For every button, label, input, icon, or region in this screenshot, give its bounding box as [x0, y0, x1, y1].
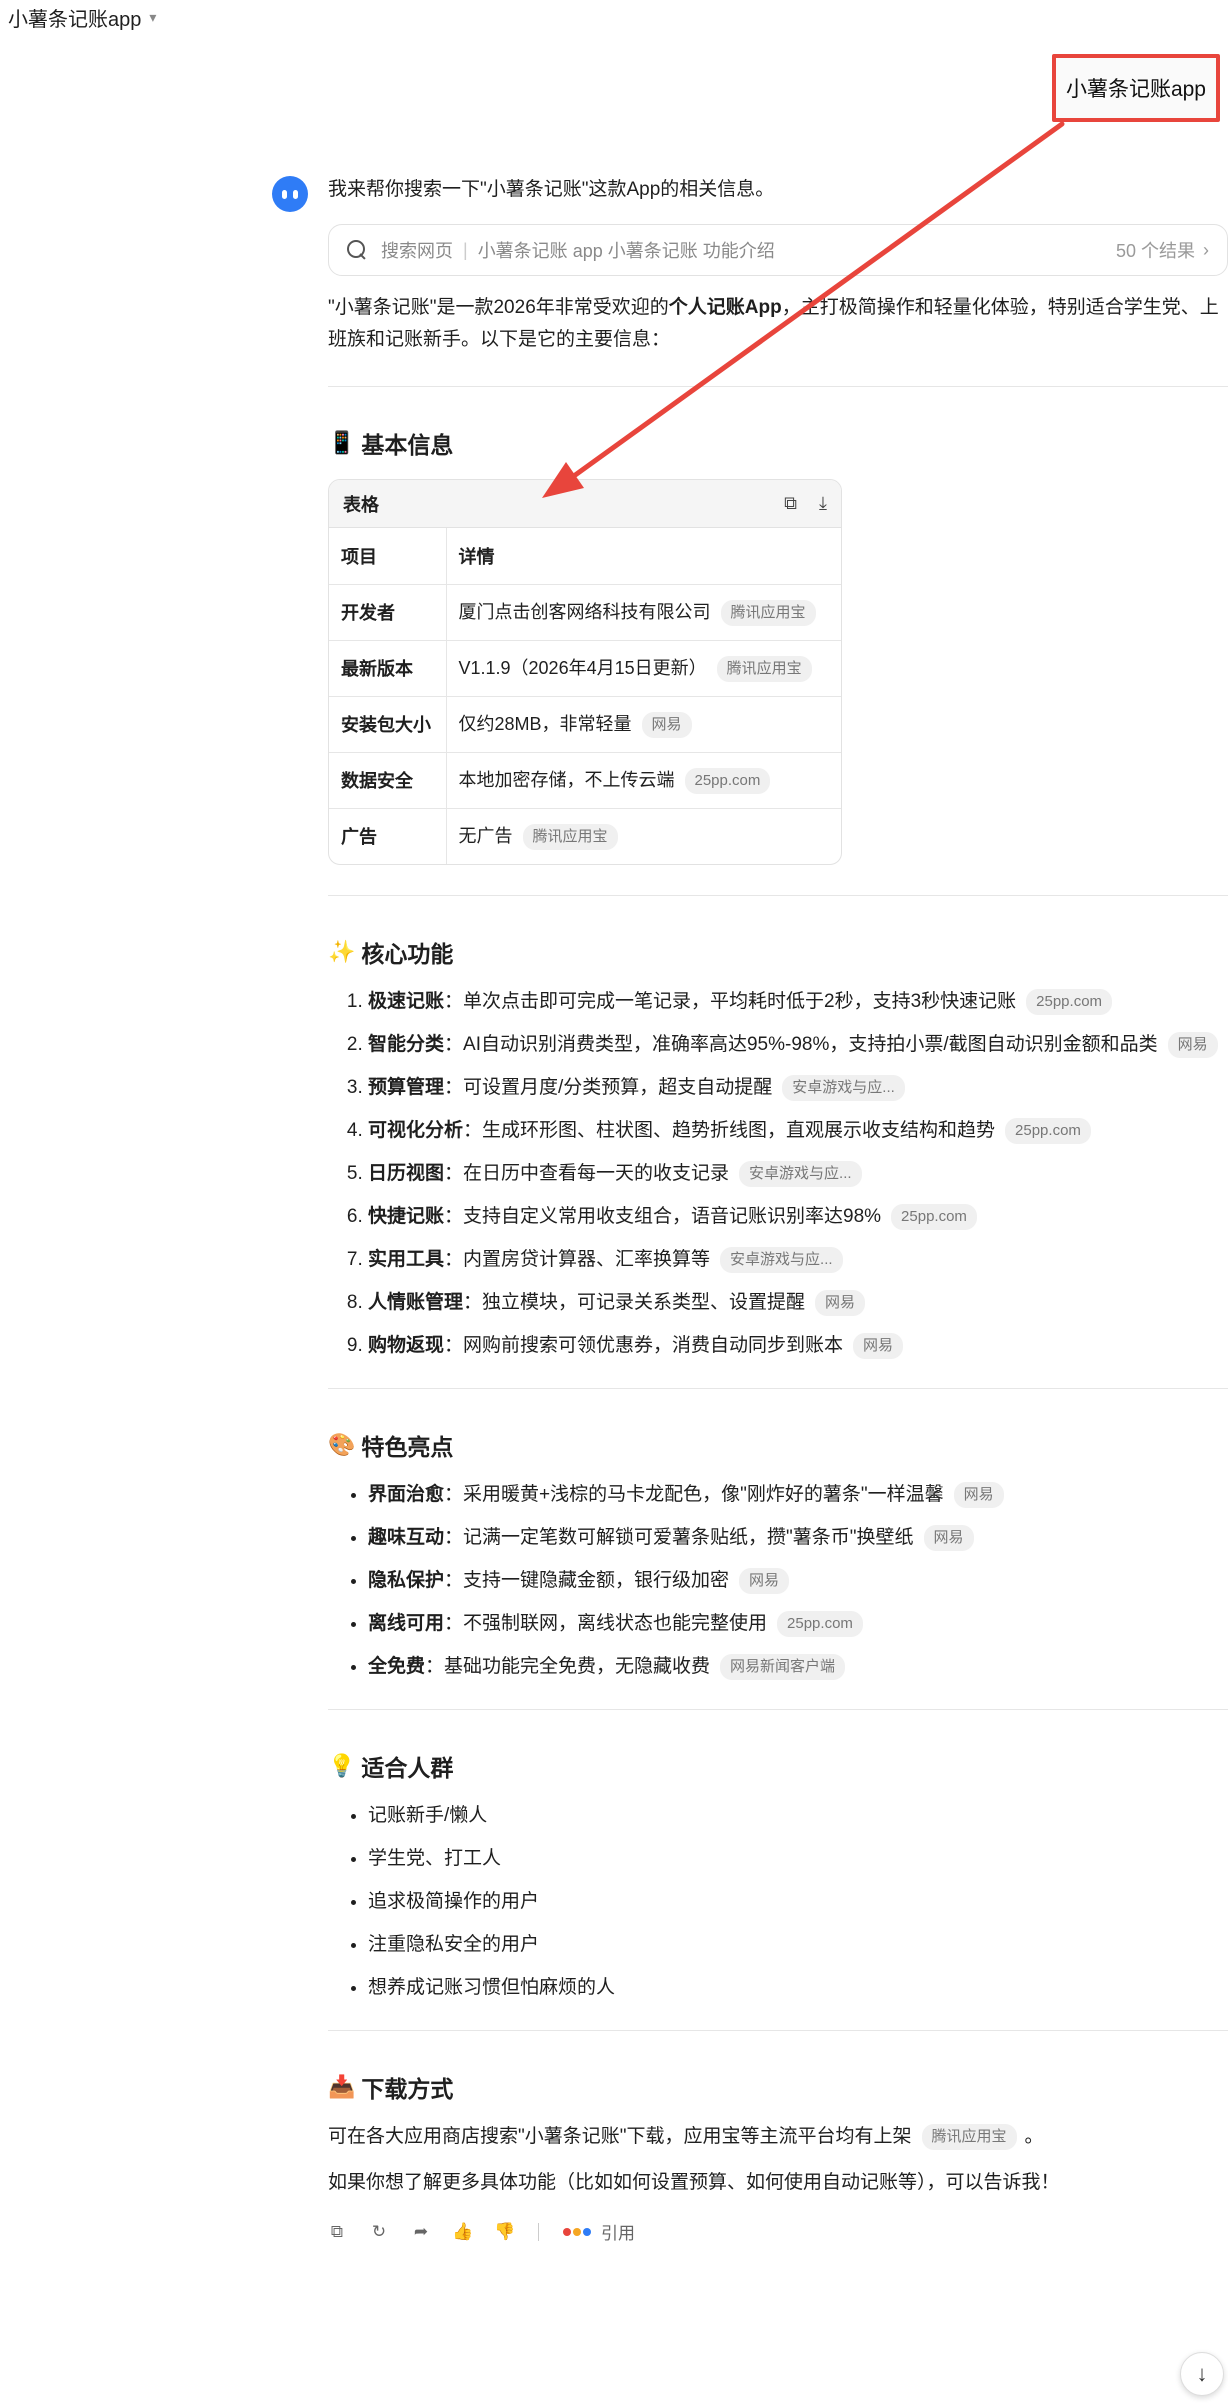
cite-label: 引用 [601, 2224, 635, 2243]
section-heading-basic: 📱 基本信息 [328, 430, 454, 458]
search-results-card[interactable]: 搜索网页 | 小薯条记账 app 小薯条记账 功能介绍 50 个结果 › [328, 224, 1228, 276]
arrow-down-icon: ↓ [1196, 2361, 1208, 2386]
source-badge[interactable]: 腾讯应用宝 [921, 2123, 1017, 2150]
core-features-list: 极速记账：单次点击即可完成一笔记录，平均耗时低于2秒，支持3秒快速记账25pp.… [328, 986, 1228, 1362]
section-heading-download: 📥 下载方式 [328, 2074, 454, 2102]
source-badge[interactable]: 网易 [853, 1332, 904, 1359]
list-item: 记账新手/懒人 [368, 1800, 1228, 1832]
user-message: 小薯条记账app [1051, 54, 1220, 122]
assistant-intro: 我来帮你搜索一下"小薯条记账"这款App的相关信息。 [328, 179, 775, 200]
list-item: 购物返现：网购前搜索可领优惠券，消费自动同步到账本网易 [368, 1330, 1228, 1362]
conversation-title[interactable]: 小薯条记账app ▾ [8, 4, 157, 31]
section-heading-highlights: 🎨 特色亮点 [328, 1432, 454, 1460]
source-badge[interactable]: 安卓游戏与应... [739, 1160, 862, 1187]
list-item: 实用工具：内置房贷计算器、汇率换算等安卓游戏与应... [368, 1244, 1228, 1276]
source-badge[interactable]: 腾讯应用宝 [720, 600, 816, 627]
list-item: 注重隐私安全的用户 [368, 1929, 1228, 1961]
source-badge[interactable]: 腾讯应用宝 [522, 824, 618, 851]
action-divider [538, 2222, 539, 2241]
section-heading-core: ✨ 核心功能 [328, 939, 454, 967]
basic-info-table: 表格 ⧉ ⤓ 项目 详情 开发者 厦门点击创客网络科技有限公司 腾讯应用宝 最新版… [328, 479, 842, 865]
divider [328, 386, 1228, 387]
source-badge[interactable]: 网易 [641, 712, 692, 739]
table-row: 广告 无广告 腾讯应用宝 [329, 808, 841, 864]
list-item: 预算管理：可设置月度/分类预算，超支自动提醒安卓游戏与应... [368, 1072, 1228, 1104]
search-label: 搜索网页 [381, 241, 453, 261]
search-query: 小薯条记账 app 小薯条记账 功能介绍 [477, 241, 775, 261]
copy-icon[interactable]: ⧉ [328, 2222, 346, 2241]
source-badge[interactable]: 安卓游戏与应... [720, 1246, 843, 1273]
source-badge[interactable]: 网易 [953, 1481, 1004, 1508]
list-item: 趣味互动：记满一定笔数可解锁可爱薯条贴纸，攒"薯条币"换壁纸网易 [368, 1522, 1228, 1554]
conversation-title-text: 小薯条记账app [8, 8, 142, 31]
share-icon[interactable]: ➦ [412, 2222, 430, 2241]
download-tray-icon: 📥 [328, 2074, 356, 2099]
list-item: 全免费：基础功能完全免费，无隐藏收费网易新闻客户端 [368, 1651, 1228, 1683]
list-item: 离线可用：不强制联网，离线状态也能完整使用25pp.com [368, 1608, 1228, 1640]
source-badge[interactable]: 网易新闻客户端 [720, 1653, 846, 1680]
sparkles-icon: ✨ [328, 939, 356, 964]
download-paragraph: 可在各大应用商店搜索"小薯条记账"下载，应用宝等主流平台均有上架 腾讯应用宝。 [328, 2121, 1228, 2153]
list-item: 学生党、打工人 [368, 1843, 1228, 1875]
source-badge[interactable]: 25pp.com [891, 1203, 977, 1230]
message-actions: ⧉ ↻ ➦ 👍 👎 引用 [328, 2219, 1228, 2244]
citation-button[interactable]: 引用 [563, 2219, 635, 2244]
divider [328, 1388, 1228, 1389]
source-logo-icon [583, 2227, 591, 2236]
table-header-row: 项目 详情 [329, 528, 841, 585]
info-table: 项目 详情 开发者 厦门点击创客网络科技有限公司 腾讯应用宝 最新版本 V1.1.… [329, 528, 841, 864]
thumbs-down-icon[interactable]: 👎 [494, 2222, 515, 2241]
summary-paragraph: "小薯条记账"是一款2026年非常受欢迎的个人记账App，主打极简操作和轻量化体… [328, 297, 1219, 350]
source-badge[interactable]: 网易 [815, 1289, 866, 1316]
chevron-right-icon: › [1203, 239, 1209, 260]
source-badge[interactable]: 25pp.com [684, 768, 771, 795]
list-item: 可视化分析：生成环形图、柱状图、趋势折线图，直观展示收支结构和趋势25pp.co… [368, 1115, 1228, 1147]
table-row: 最新版本 V1.1.9（2026年4月15日更新） 腾讯应用宝 [329, 640, 841, 697]
list-item: 隐私保护：支持一键隐藏金额，银行级加密网易 [368, 1565, 1228, 1597]
download-icon[interactable]: ⤓ [819, 493, 827, 514]
source-badge[interactable]: 25pp.com [1005, 1117, 1091, 1144]
source-badge[interactable]: 25pp.com [1026, 988, 1113, 1015]
regenerate-icon[interactable]: ↻ [370, 2222, 388, 2241]
table-row: 数据安全 本地加密存储，不上传云端 25pp.com [329, 752, 841, 809]
lightbulb-icon: 💡 [328, 1753, 356, 1778]
divider [328, 1709, 1228, 1710]
search-result-count[interactable]: 50 个结果 › [1116, 237, 1209, 263]
table-row: 开发者 厦门点击创客网络科技有限公司 腾讯应用宝 [329, 584, 841, 641]
list-item: 快捷记账：支持自定义常用收支组合，语音记账识别率达98%25pp.com [368, 1201, 1228, 1233]
palette-icon: 🎨 [328, 1432, 356, 1457]
copy-icon[interactable]: ⧉ [784, 493, 797, 514]
list-item: 极速记账：单次点击即可完成一笔记录，平均耗时低于2秒，支持3秒快速记账25pp.… [368, 986, 1228, 1018]
section-heading-audience: 💡 适合人群 [328, 1753, 454, 1781]
assistant-avatar-icon [272, 176, 308, 212]
list-item: 想养成记账习惯但怕麻烦的人 [368, 1972, 1228, 2004]
audience-list: 记账新手/懒人 学生党、打工人 追求极简操作的用户 注重隐私安全的用户 想养成记… [328, 1800, 1228, 2004]
source-badge[interactable]: 25pp.com [777, 1610, 863, 1637]
list-item: 追求极简操作的用户 [368, 1886, 1228, 1918]
list-item: 界面治愈：采用暖黄+浅棕的马卡龙配色，像"刚炸好的薯条"一样温馨网易 [368, 1479, 1228, 1511]
table-header-bar: 表格 ⧉ ⤓ [329, 480, 841, 528]
scroll-down-button[interactable]: ↓ [1180, 2352, 1224, 2396]
divider [328, 2030, 1228, 2031]
divider [328, 895, 1228, 896]
source-logo-icon [573, 2227, 581, 2236]
source-badge[interactable]: 安卓游戏与应... [782, 1074, 905, 1101]
source-badge[interactable]: 腾讯应用宝 [716, 656, 812, 683]
source-logo-icon [563, 2227, 571, 2236]
source-badge[interactable]: 网易 [739, 1567, 790, 1594]
chevron-down-icon: ▾ [149, 8, 157, 25]
assistant-response: 我来帮你搜索一下"小薯条记账"这款App的相关信息。 搜索网页 | 小薯条记账 … [328, 170, 1228, 2244]
highlights-list: 界面治愈：采用暖黄+浅棕的马卡龙配色，像"刚炸好的薯条"一样温馨网易 趣味互动：… [328, 1479, 1228, 1683]
list-item: 智能分类：AI自动识别消费类型，准确率高达95%-98%，支持拍小票/截图自动识… [368, 1029, 1228, 1061]
thumbs-up-icon[interactable]: 👍 [452, 2222, 473, 2241]
list-item: 人情账管理：独立模块，可记录关系类型、设置提醒网易 [368, 1287, 1228, 1319]
phone-icon: 📱 [328, 430, 356, 455]
source-badge[interactable]: 网易 [1167, 1031, 1218, 1058]
user-message-bubble: 小薯条记账app [1051, 54, 1220, 122]
search-icon [347, 240, 367, 260]
table-row: 安装包大小 仅约28MB，非常轻量 网易 [329, 696, 841, 753]
source-badge[interactable]: 网易 [923, 1524, 974, 1551]
list-item: 日历视图：在日历中查看每一天的收支记录安卓游戏与应... [368, 1158, 1228, 1190]
closing-paragraph: 如果你想了解更多具体功能（比如如何设置预算、如何使用自动记账等），可以告诉我！ [328, 2172, 1060, 2193]
